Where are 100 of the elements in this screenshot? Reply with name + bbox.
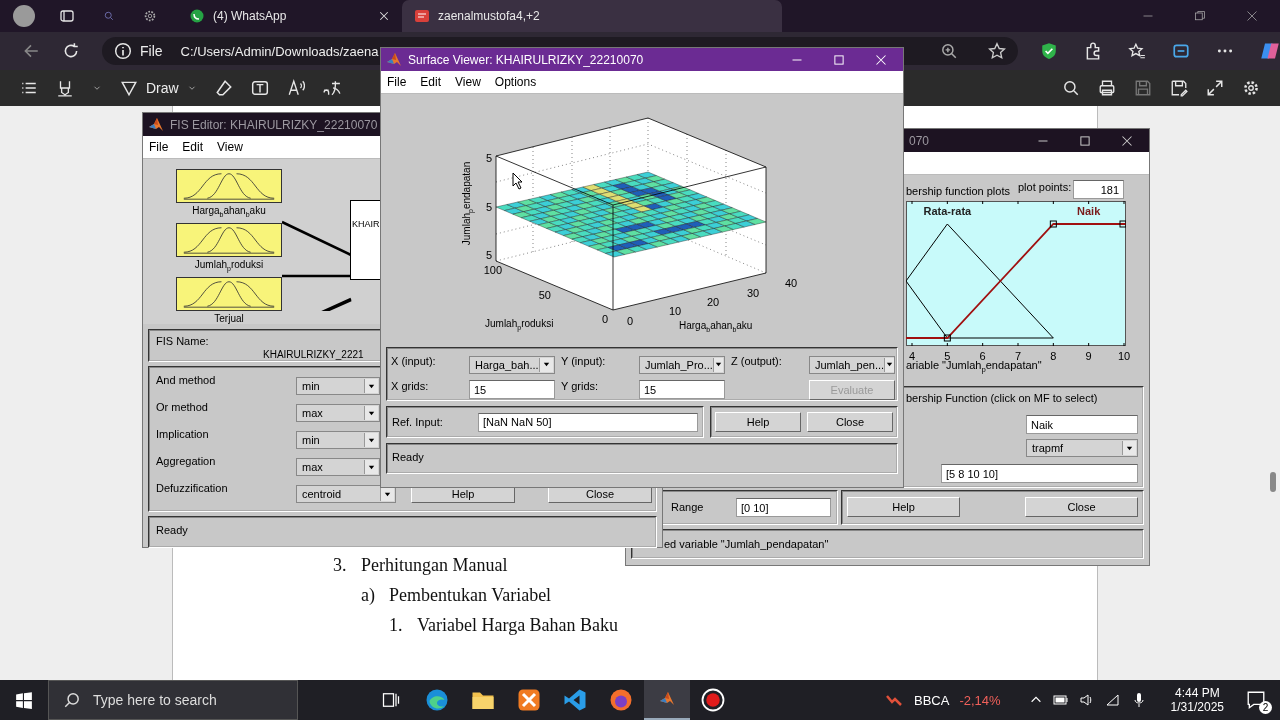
system-label: KHAIR [352, 219, 380, 229]
wifi-icon[interactable] [1104, 692, 1121, 708]
heading-text: Variabel Harga Bahan Baku [417, 615, 619, 636]
reload-icon[interactable] [62, 42, 80, 60]
collections-icon[interactable] [1172, 42, 1190, 60]
method-dropdown[interactable]: max [296, 404, 380, 422]
method-dropdown[interactable]: min [296, 377, 380, 395]
gear-icon[interactable] [143, 9, 157, 23]
read-aloud-icon[interactable] [286, 79, 305, 97]
text-box-icon[interactable] [250, 79, 269, 97]
vertex-handle[interactable] [1049, 220, 1057, 228]
scrollbar-thumb[interactable] [1270, 472, 1276, 492]
browser-tab[interactable]: zaenalmustofa4,+2 [402, 0, 782, 32]
translate-icon[interactable] [322, 79, 341, 97]
mf-name-field[interactable]: Naik [1026, 415, 1138, 434]
draw-button[interactable]: Draw [120, 79, 197, 97]
x-grids-field[interactable]: 15 [469, 380, 555, 399]
back-icon[interactable] [22, 42, 40, 60]
y-input-dropdown[interactable]: Jumlah_Pro... [639, 355, 725, 374]
info-icon[interactable] [114, 42, 132, 60]
favorites-icon[interactable] [1128, 42, 1146, 60]
membership-curve[interactable] [906, 223, 1054, 339]
axis-tick-label: 9 [1085, 350, 1092, 362]
window-title: 070 [909, 133, 930, 148]
taskbar-search-field[interactable]: Type here to search [48, 680, 298, 720]
settings-icon[interactable] [1242, 79, 1260, 97]
vertex-handle[interactable] [943, 334, 951, 342]
scheme-label: File [140, 43, 163, 59]
menu-item[interactable]: File [149, 140, 169, 154]
input-variable-block[interactable] [176, 223, 282, 257]
input-variable-block[interactable] [176, 169, 282, 203]
list-number: a) [361, 585, 376, 606]
menu-item[interactable]: Options [494, 75, 537, 89]
axis-tick-label: 8 [1050, 350, 1057, 362]
windows-start-icon[interactable] [15, 691, 33, 709]
axis-tick-label: 10 [669, 305, 682, 317]
status-text: Ready [392, 451, 424, 463]
firefox-icon[interactable] [609, 688, 633, 712]
dialog-button[interactable]: Close [1025, 497, 1138, 517]
membership-curve[interactable] [906, 223, 1126, 339]
shield-icon[interactable] [1040, 42, 1058, 60]
chat-icon [189, 8, 205, 24]
expand-icon[interactable] [1206, 79, 1224, 97]
dialog-button[interactable]: Help [715, 412, 801, 432]
method-dropdown[interactable]: min [296, 431, 380, 449]
profile-avatar[interactable] [13, 5, 35, 27]
battery-icon[interactable] [1052, 692, 1069, 708]
menu-item[interactable]: File [387, 75, 407, 89]
zoom-icon[interactable] [940, 42, 958, 60]
xampp-icon[interactable] [517, 688, 541, 712]
task-view-icon[interactable] [381, 690, 401, 710]
copilot-icon[interactable] [1260, 41, 1280, 61]
search-icon[interactable] [1062, 79, 1080, 97]
menu-item[interactable]: View [217, 140, 243, 154]
method-dropdown[interactable]: centroid [296, 485, 396, 503]
clock[interactable]: 4:44 PM 1/31/2025 [1170, 686, 1224, 714]
eraser-icon[interactable] [214, 79, 233, 97]
plot-points-field[interactable]: 181 [1073, 180, 1124, 199]
x-input-dropdown[interactable]: Harga_bah... [469, 355, 555, 374]
dropdown-arrow-icon [542, 360, 551, 369]
mf-label[interactable]: Rata-rata [923, 205, 972, 217]
edge-icon[interactable] [425, 688, 449, 712]
code-editor-icon[interactable] [563, 688, 587, 712]
method-label: And method [156, 374, 217, 386]
mf-type-dropdown[interactable]: trapmf [1026, 439, 1138, 457]
record-icon[interactable] [701, 688, 725, 712]
mf-label[interactable]: Naik [1077, 205, 1101, 217]
menu-item[interactable]: Edit [420, 75, 442, 89]
close-icon[interactable] [1246, 10, 1258, 22]
print-icon[interactable] [1098, 79, 1116, 97]
range-field[interactable]: [0 10] [736, 498, 831, 517]
save-as-icon[interactable] [1170, 79, 1188, 97]
dropdown-arrow-icon [885, 360, 895, 369]
save-icon[interactable] [1134, 79, 1152, 97]
range-label: Range [671, 501, 704, 513]
menu-item[interactable]: Edit [182, 140, 204, 154]
axis-tick-label: 5 [485, 201, 492, 213]
notification-icon[interactable] [1246, 690, 1266, 710]
y-grids-field[interactable]: 15 [639, 380, 725, 399]
ref-input-field[interactable]: [NaN NaN 50] [478, 412, 698, 432]
mf-params-field[interactable]: [5 8 10 10] [941, 464, 1138, 483]
extensions-icon[interactable] [1084, 42, 1102, 60]
browser-tab[interactable]: (4) WhatsApp [177, 0, 402, 32]
variable-label: Terjual [214, 313, 244, 326]
window-title: Surface Viewer: KHAIRULRIZKY_22210070 [408, 52, 644, 67]
axis-tick-label: 5 [485, 152, 492, 164]
dialog-button[interactable]: Close [807, 412, 893, 432]
axis-tick-label: 30 [747, 287, 760, 299]
restore-icon[interactable] [1194, 10, 1206, 22]
tab-actions-icon[interactable] [59, 8, 75, 24]
z-output-dropdown[interactable]: Jumlah_pen... [809, 355, 895, 374]
axis-label: Harga$_{b}$ahan$_{b}$aku [679, 320, 753, 331]
menu-item[interactable]: View [455, 75, 481, 89]
highlighter-icon[interactable] [56, 79, 74, 97]
method-dropdown[interactable]: max [296, 458, 380, 476]
dropdown-arrow-icon [713, 360, 723, 369]
dialog-button[interactable]: Help [847, 497, 960, 517]
vertex-handle[interactable] [1119, 220, 1126, 228]
star-icon[interactable] [988, 42, 1006, 60]
input-variable-block[interactable] [176, 277, 282, 311]
